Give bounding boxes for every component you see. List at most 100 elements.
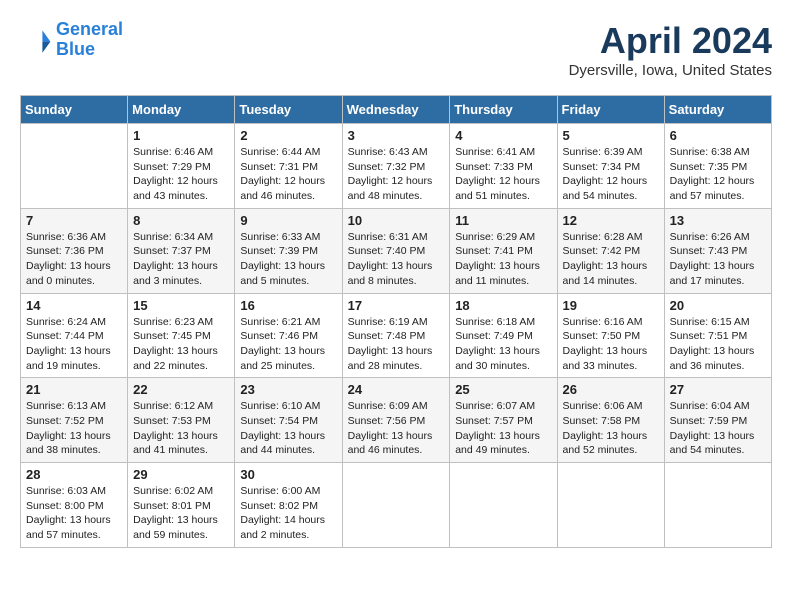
day-number: 17 bbox=[348, 298, 445, 313]
day-info: Sunrise: 6:46 AM Sunset: 7:29 PM Dayligh… bbox=[133, 145, 229, 204]
day-info: Sunrise: 6:15 AM Sunset: 7:51 PM Dayligh… bbox=[670, 315, 766, 374]
day-number: 27 bbox=[670, 382, 766, 397]
day-info: Sunrise: 6:39 AM Sunset: 7:34 PM Dayligh… bbox=[563, 145, 659, 204]
weekday-header-thursday: Thursday bbox=[450, 96, 557, 124]
day-info: Sunrise: 6:31 AM Sunset: 7:40 PM Dayligh… bbox=[348, 230, 445, 289]
month-year: April 2024 bbox=[569, 20, 772, 62]
weekday-header-saturday: Saturday bbox=[664, 96, 771, 124]
logo: General Blue bbox=[20, 20, 123, 60]
calendar-cell: 10Sunrise: 6:31 AM Sunset: 7:40 PM Dayli… bbox=[342, 208, 450, 293]
day-info: Sunrise: 6:02 AM Sunset: 8:01 PM Dayligh… bbox=[133, 484, 229, 543]
day-number: 6 bbox=[670, 128, 766, 143]
calendar-cell bbox=[342, 463, 450, 548]
calendar-cell: 1 Sunrise: 6:46 AM Sunset: 7:29 PM Daylig… bbox=[128, 124, 235, 209]
day-number: 20 bbox=[670, 298, 766, 313]
calendar-cell: 22 Sunrise: 6:12 AM Sunset: 7:53 PM Dayli… bbox=[128, 378, 235, 463]
logo-blue: Blue bbox=[56, 39, 95, 59]
calendar-cell bbox=[450, 463, 557, 548]
day-number: 1 bbox=[133, 128, 229, 143]
day-info: Sunrise: 6:41 AM Sunset: 7:33 PM Dayligh… bbox=[455, 145, 551, 204]
calendar-cell: 5 Sunrise: 6:39 AM Sunset: 7:34 PM Daylig… bbox=[557, 124, 664, 209]
day-number: 9 bbox=[240, 213, 336, 228]
day-number: 23 bbox=[240, 382, 336, 397]
calendar-cell: 27 Sunrise: 6:04 AM Sunset: 7:59 PM Dayli… bbox=[664, 378, 771, 463]
day-info: Sunrise: 6:07 AM Sunset: 7:57 PM Dayligh… bbox=[455, 399, 551, 458]
calendar-cell: 25Sunrise: 6:07 AM Sunset: 7:57 PM Dayli… bbox=[450, 378, 557, 463]
day-info: Sunrise: 6:18 AM Sunset: 7:49 PM Dayligh… bbox=[455, 315, 551, 374]
day-number: 24 bbox=[348, 382, 445, 397]
day-number: 22 bbox=[133, 382, 229, 397]
calendar-cell: 24 Sunrise: 6:09 AM Sunset: 7:56 PM Dayli… bbox=[342, 378, 450, 463]
day-info: Sunrise: 6:04 AM Sunset: 7:59 PM Dayligh… bbox=[670, 399, 766, 458]
calendar-week-row: 7 Sunrise: 6:36 AM Sunset: 7:36 PM Daylig… bbox=[21, 208, 772, 293]
day-number: 15 bbox=[133, 298, 229, 313]
day-info: Sunrise: 6:10 AM Sunset: 7:54 PM Dayligh… bbox=[240, 399, 336, 458]
logo-general: General bbox=[56, 19, 123, 39]
day-number: 18 bbox=[455, 298, 551, 313]
day-info: Sunrise: 6:19 AM Sunset: 7:48 PM Dayligh… bbox=[348, 315, 445, 374]
calendar-cell: 9 Sunrise: 6:33 AM Sunset: 7:39 PM Daylig… bbox=[235, 208, 342, 293]
day-info: Sunrise: 6:28 AM Sunset: 7:42 PM Dayligh… bbox=[563, 230, 659, 289]
calendar-cell: 26 Sunrise: 6:06 AM Sunset: 7:58 PM Dayli… bbox=[557, 378, 664, 463]
day-number: 2 bbox=[240, 128, 336, 143]
day-info: Sunrise: 6:16 AM Sunset: 7:50 PM Dayligh… bbox=[563, 315, 659, 374]
day-number: 3 bbox=[348, 128, 445, 143]
calendar-week-row: 21Sunrise: 6:13 AM Sunset: 7:52 PM Dayli… bbox=[21, 378, 772, 463]
calendar-cell: 18 Sunrise: 6:18 AM Sunset: 7:49 PM Dayli… bbox=[450, 293, 557, 378]
day-number: 16 bbox=[240, 298, 336, 313]
calendar-week-row: 1 Sunrise: 6:46 AM Sunset: 7:29 PM Daylig… bbox=[21, 124, 772, 209]
day-info: Sunrise: 6:12 AM Sunset: 7:53 PM Dayligh… bbox=[133, 399, 229, 458]
day-number: 8 bbox=[133, 213, 229, 228]
calendar-cell: 14Sunrise: 6:24 AM Sunset: 7:44 PM Dayli… bbox=[21, 293, 128, 378]
weekday-header-wednesday: Wednesday bbox=[342, 96, 450, 124]
day-info: Sunrise: 6:33 AM Sunset: 7:39 PM Dayligh… bbox=[240, 230, 336, 289]
calendar-week-row: 14Sunrise: 6:24 AM Sunset: 7:44 PM Dayli… bbox=[21, 293, 772, 378]
day-info: Sunrise: 6:34 AM Sunset: 7:37 PM Dayligh… bbox=[133, 230, 229, 289]
calendar-table: SundayMondayTuesdayWednesdayThursdayFrid… bbox=[20, 95, 772, 548]
day-number: 19 bbox=[563, 298, 659, 313]
day-info: Sunrise: 6:03 AM Sunset: 8:00 PM Dayligh… bbox=[26, 484, 122, 543]
calendar-cell: 3 Sunrise: 6:43 AM Sunset: 7:32 PM Daylig… bbox=[342, 124, 450, 209]
weekday-header-friday: Friday bbox=[557, 96, 664, 124]
weekday-header-row: SundayMondayTuesdayWednesdayThursdayFrid… bbox=[21, 96, 772, 124]
weekday-header-tuesday: Tuesday bbox=[235, 96, 342, 124]
day-info: Sunrise: 6:36 AM Sunset: 7:36 PM Dayligh… bbox=[26, 230, 122, 289]
calendar-cell: 13 Sunrise: 6:26 AM Sunset: 7:43 PM Dayli… bbox=[664, 208, 771, 293]
day-number: 14 bbox=[26, 298, 122, 313]
calendar-cell: 21Sunrise: 6:13 AM Sunset: 7:52 PM Dayli… bbox=[21, 378, 128, 463]
calendar-cell bbox=[21, 124, 128, 209]
calendar-cell: 15 Sunrise: 6:23 AM Sunset: 7:45 PM Dayli… bbox=[128, 293, 235, 378]
calendar-cell: 6 Sunrise: 6:38 AM Sunset: 7:35 PM Daylig… bbox=[664, 124, 771, 209]
calendar-cell: 8 Sunrise: 6:34 AM Sunset: 7:37 PM Daylig… bbox=[128, 208, 235, 293]
calendar-cell: 4 Sunrise: 6:41 AM Sunset: 7:33 PM Daylig… bbox=[450, 124, 557, 209]
calendar-cell: 23 Sunrise: 6:10 AM Sunset: 7:54 PM Dayli… bbox=[235, 378, 342, 463]
calendar-cell bbox=[557, 463, 664, 548]
day-info: Sunrise: 6:44 AM Sunset: 7:31 PM Dayligh… bbox=[240, 145, 336, 204]
day-number: 4 bbox=[455, 128, 551, 143]
day-number: 12 bbox=[563, 213, 659, 228]
day-number: 26 bbox=[563, 382, 659, 397]
day-info: Sunrise: 6:23 AM Sunset: 7:45 PM Dayligh… bbox=[133, 315, 229, 374]
day-number: 28 bbox=[26, 467, 122, 482]
day-number: 5 bbox=[563, 128, 659, 143]
day-number: 7 bbox=[26, 213, 122, 228]
calendar-cell: 16 Sunrise: 6:21 AM Sunset: 7:46 PM Dayli… bbox=[235, 293, 342, 378]
calendar-cell: 7 Sunrise: 6:36 AM Sunset: 7:36 PM Daylig… bbox=[21, 208, 128, 293]
day-info: Sunrise: 6:26 AM Sunset: 7:43 PM Dayligh… bbox=[670, 230, 766, 289]
calendar-cell: 20 Sunrise: 6:15 AM Sunset: 7:51 PM Dayli… bbox=[664, 293, 771, 378]
day-info: Sunrise: 6:09 AM Sunset: 7:56 PM Dayligh… bbox=[348, 399, 445, 458]
weekday-header-sunday: Sunday bbox=[21, 96, 128, 124]
page-header: General Blue April 2024 Dyersville, Iowa… bbox=[20, 20, 772, 79]
calendar-cell bbox=[664, 463, 771, 548]
calendar-week-row: 28 Sunrise: 6:03 AM Sunset: 8:00 PM Dayli… bbox=[21, 463, 772, 548]
day-info: Sunrise: 6:06 AM Sunset: 7:58 PM Dayligh… bbox=[563, 399, 659, 458]
day-info: Sunrise: 6:29 AM Sunset: 7:41 PM Dayligh… bbox=[455, 230, 551, 289]
day-info: Sunrise: 6:43 AM Sunset: 7:32 PM Dayligh… bbox=[348, 145, 445, 204]
calendar-cell: 11Sunrise: 6:29 AM Sunset: 7:41 PM Dayli… bbox=[450, 208, 557, 293]
logo-icon bbox=[20, 24, 52, 56]
day-info: Sunrise: 6:38 AM Sunset: 7:35 PM Dayligh… bbox=[670, 145, 766, 204]
calendar-cell: 30Sunrise: 6:00 AM Sunset: 8:02 PM Dayli… bbox=[235, 463, 342, 548]
day-number: 13 bbox=[670, 213, 766, 228]
calendar-cell: 17 Sunrise: 6:19 AM Sunset: 7:48 PM Dayli… bbox=[342, 293, 450, 378]
day-info: Sunrise: 6:21 AM Sunset: 7:46 PM Dayligh… bbox=[240, 315, 336, 374]
